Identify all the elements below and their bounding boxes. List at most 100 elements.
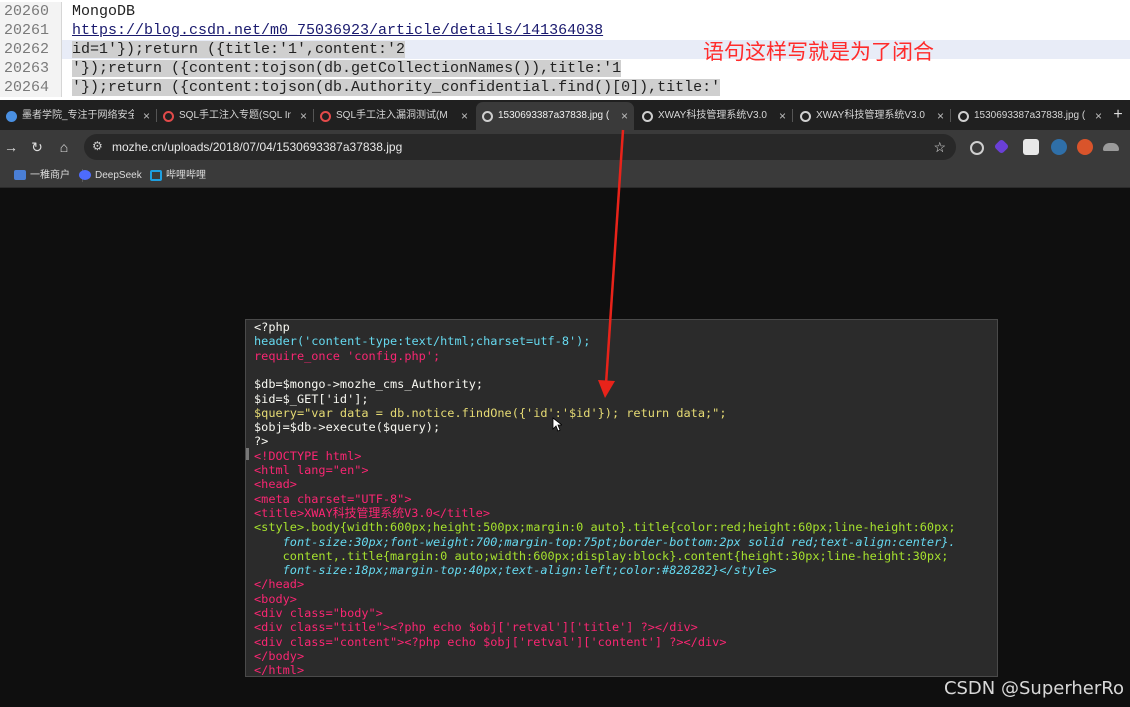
tab-image-active[interactable]: 1530693387a37838.jpg ( × [476,102,634,130]
extension-diamond-icon[interactable] [993,138,1010,155]
tab-title: XWAY科技管理系统V3.0 [658,110,767,121]
code-line: require_once 'config.php'; [254,348,441,363]
line-number: 20260 [0,2,62,21]
close-icon[interactable]: × [1095,102,1102,130]
code-screenshot-image: <?php header('content-type:text/html;cha… [245,319,998,677]
selected-text: '});return ({content:tojson(db.getCollec… [72,60,622,77]
tab-strip: 墨者学院_专注于网络安全 × SQL手工注入专题(SQL Inj × SQL手工注入… [0,100,1130,130]
code-line: $query="var data = db.notice.findOne({'i… [254,405,727,420]
close-icon[interactable]: × [461,102,468,130]
bookmark-item[interactable]: 哔哩哔哩 [150,164,206,187]
site-info-icon[interactable]: ⚙ [92,139,106,153]
tab-image-2[interactable]: 1530693387a37838.jpg ( × [952,102,1108,130]
code-line: <?php [254,320,290,334]
line-number: 20263 [0,59,62,78]
close-icon[interactable]: × [779,102,786,130]
code-line: header('content-type:text/html;charset=u… [254,334,591,349]
code-line: $db=$mongo->mozhe_cms_Authority; [254,377,484,392]
extension-hat-icon[interactable] [1103,143,1119,151]
url-text[interactable]: mozhe.cn/uploads/2018/07/04/1530693387a3… [112,134,402,160]
selected-text: id=1'});return ({title:'1',content:'2 [72,41,406,58]
address-bar[interactable]: ⚙ mozhe.cn/uploads/2018/07/04/1530693387… [84,134,956,160]
code-line: <div class="content"><?php echo $obj['re… [254,634,727,649]
line-number: 20264 [0,78,62,97]
bookmarks-bar: 一稚商户 DeepSeek 哔哩哔哩 [0,164,1130,188]
bookmark-item[interactable]: DeepSeek [79,164,142,187]
tab-xway-2[interactable]: XWAY科技管理系统V3.0 × [794,102,950,130]
search-favicon-icon [163,110,174,122]
close-icon[interactable]: × [300,102,307,130]
code-line: font-size:18px;margin-top:40px;text-alig… [254,563,777,578]
line-text: '});return ({content:tojson(db.Authority… [72,78,721,97]
extension-hourglass-icon[interactable] [1051,139,1067,155]
bookmark-label: 哔哩哔哩 [166,170,206,181]
home-button[interactable]: ⌂ [55,138,73,156]
bilibili-icon [150,169,162,181]
extension-fox-icon[interactable] [1077,139,1093,155]
code-line: <html lang="en"> [254,463,369,477]
bookmark-label: DeepSeek [95,170,142,181]
csdn-watermark: CSDN @SuperherRo [943,678,1124,699]
globe-icon [800,110,811,122]
browser-toolbar: → ↻ ⌂ ⚙ mozhe.cn/uploads/2018/07/04/1530… [0,130,1130,164]
code-line: $id=$_GET['id']; [254,391,369,406]
close-icon[interactable]: × [143,102,150,130]
tab-sql-injection-test[interactable]: SQL手工注入漏洞测试(Mo × [314,102,474,130]
code-line: <title>XWAY科技管理系统V3.0</title> [254,505,490,520]
code-line: $obj=$db->execute($query); [254,420,441,435]
code-line: <!DOCTYPE html> [254,448,362,463]
code-line: ?> [254,434,269,449]
mouse-cursor-icon [552,417,562,432]
tab-title: SQL手工注入漏洞测试(Mo [336,110,448,121]
editor-line: 20260 MongoDB [0,2,1130,21]
url-link[interactable]: https://blog.csdn.net/m0_75036923/articl… [72,21,603,40]
search-favicon-icon [320,110,331,122]
close-icon[interactable]: × [937,102,944,130]
code-line: </head> [254,577,305,592]
bookmark-label: 一稚商户 [30,170,70,181]
image-viewport[interactable]: <?php header('content-type:text/html;cha… [0,188,1130,707]
code-line: <div class="body"> [254,606,383,620]
editor-line: 20264 '});return ({content:tojson(db.Aut… [0,78,1130,97]
code-line: <div class="title"><?php echo $obj['retv… [254,620,698,635]
gutter-marker [246,448,249,460]
forward-button[interactable]: → [2,138,20,156]
zoom-icon[interactable] [970,141,984,155]
bookmark-favicon-icon [14,170,26,181]
extension-qr-icon[interactable] [1023,139,1039,155]
new-tab-button[interactable]: + [1110,100,1126,130]
close-icon[interactable]: × [621,102,628,130]
annotation-text: 语句这样写就是为了闭合 [703,40,934,64]
tab-sql-injection-topic[interactable]: SQL手工注入专题(SQL Inj × [157,102,313,130]
globe-icon [958,110,969,122]
tab-title: 墨者学院_专注于网络安全 [22,110,134,121]
deepseek-icon [79,170,91,181]
line-text: id=1'});return ({title:'1',content:'2 [72,40,406,59]
code-line: <body> [254,591,297,606]
line-number: 20261 [0,21,62,40]
bookmark-item[interactable]: 一稚商户 [14,164,70,187]
line-number: 20262 [0,40,62,59]
editor-line: 20261 https://blog.csdn.net/m0_75036923/… [0,21,1130,40]
tab-title: 1530693387a37838.jpg ( [498,110,610,121]
tab-divider [950,109,951,122]
tab-mozhe[interactable]: 墨者学院_专注于网络安全 × [0,102,156,130]
line-text: '});return ({content:tojson(db.getCollec… [72,59,622,78]
code-line: <head> [254,477,297,492]
text-editor[interactable]: 20260 MongoDB 20261 https://blog.csdn.ne… [0,0,1130,100]
line-text: MongoDB [72,3,136,20]
reload-button[interactable]: ↻ [28,138,46,156]
code-line: </html> [254,663,305,678]
tab-divider [792,109,793,122]
editor-line-current: 20262 id=1'});return ({title:'1',content… [0,40,1130,59]
tab-xway-1[interactable]: XWAY科技管理系统V3.0 × [636,102,792,130]
code-line: <style>.body{width:600px;height:500px;ma… [254,520,956,535]
code-line: <meta charset="UTF-8"> [254,491,412,506]
code-line: content,.title{margin:0 auto;width:600px… [254,548,949,563]
globe-icon [482,110,493,122]
tab-title: SQL手工注入专题(SQL Inj [179,110,291,121]
selected-text: '});return ({content:tojson(db.Authority… [72,79,721,96]
bookmark-star-icon[interactable]: ☆ [933,134,946,160]
editor-line: 20263 '});return ({content:tojson(db.get… [0,59,1130,78]
tab-title: 1530693387a37838.jpg ( [974,110,1086,121]
